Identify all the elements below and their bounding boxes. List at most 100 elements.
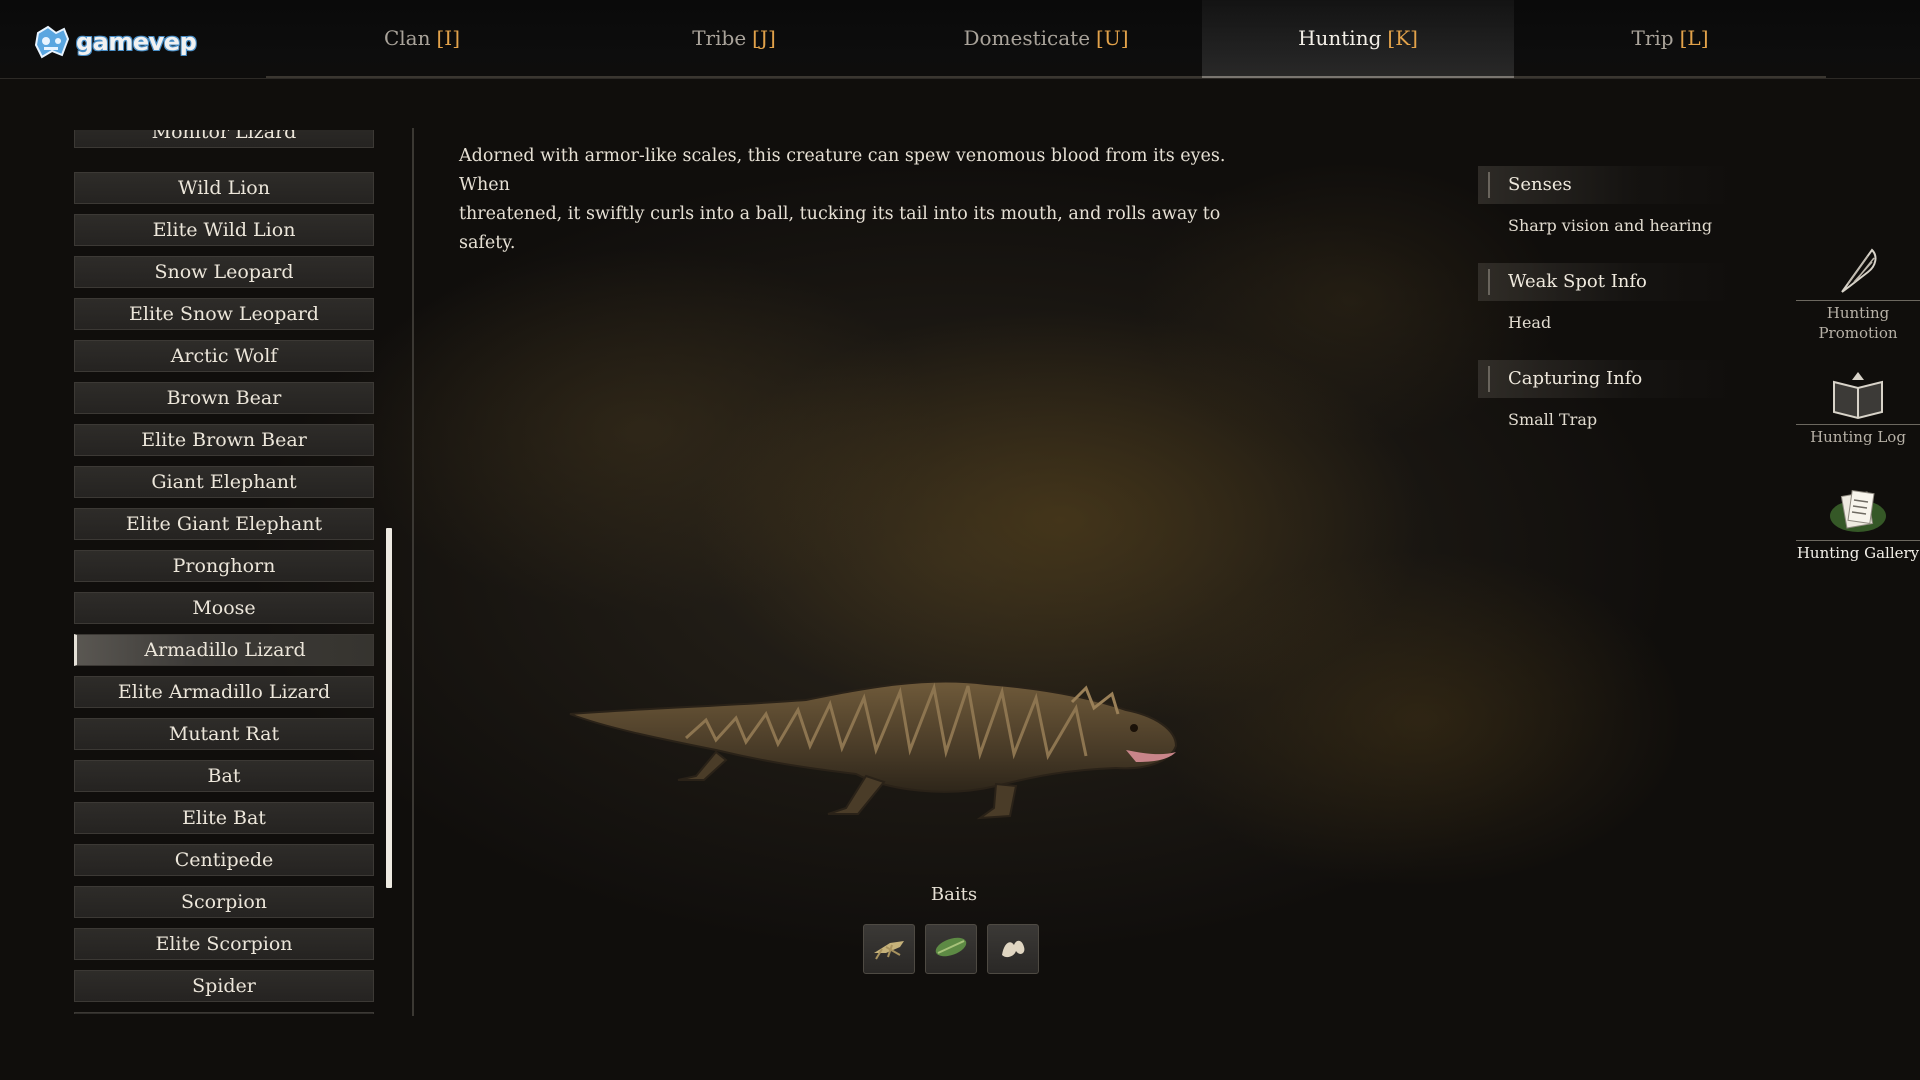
capturing-title: Capturing Info (1478, 360, 1738, 398)
creature-list-item[interactable]: Elite Snow Leopard (74, 298, 374, 330)
tab-label: Trip (1631, 26, 1674, 50)
creature-name: Elite Snow Leopard (129, 303, 319, 325)
creature-list-item[interactable]: Mutant Rat (74, 718, 374, 750)
bait-slot[interactable] (863, 924, 915, 974)
tab-hotkey: [U] (1096, 26, 1129, 50)
creature-list-item[interactable]: Elite Armadillo Lizard (74, 676, 374, 708)
list-scrollbar[interactable] (386, 528, 392, 888)
creature-list-item[interactable]: Elite Giant Elephant (74, 508, 374, 540)
weak-spot-title: Weak Spot Info (1478, 263, 1738, 301)
tab-label: Hunting (1298, 26, 1382, 50)
leaf-beetle-icon (932, 933, 970, 965)
creature-list-item[interactable]: Wild Lion (74, 172, 374, 204)
feather-quill-icon (1828, 242, 1888, 298)
creature-name: Monitor Lizard (151, 130, 297, 143)
tab-label: Domesticate (963, 26, 1091, 50)
creature-list-item-selected[interactable]: Armadillo Lizard (74, 634, 374, 666)
creature-list-item[interactable]: Moose (74, 592, 374, 624)
senses-title: Senses (1478, 166, 1738, 204)
creature-name: Brown Bear (166, 387, 282, 409)
button-label: Hunting Log (1810, 428, 1906, 446)
creature-list-item[interactable]: Arctic Wolf (74, 340, 374, 372)
creature-name: Elite Armadillo Lizard (117, 681, 331, 703)
hunting-log-button[interactable]: Hunting Log (1796, 366, 1920, 447)
tab-label: Clan (383, 26, 431, 50)
tab-tribe[interactable]: Tribe [J] (578, 0, 890, 78)
button-underline (1796, 424, 1920, 425)
creature-name: Pronghorn (172, 555, 276, 577)
creature-name: Armadillo Lizard (144, 639, 306, 661)
creature-list-item[interactable]: Giant Elephant (74, 466, 374, 498)
open-book-icon (1828, 366, 1888, 422)
creature-list-item[interactable]: Centipede (74, 844, 374, 876)
bait-slot[interactable] (925, 924, 977, 974)
hunting-promotion-button[interactable]: Hunting Promotion (1796, 242, 1920, 343)
tab-hotkey: [K] (1387, 26, 1418, 50)
creature-list-item[interactable]: Pronghorn (74, 550, 374, 582)
tab-hotkey: [J] (752, 26, 776, 50)
gamevep-logo: gamevep (34, 22, 197, 62)
baits-title: Baits (930, 884, 978, 905)
creature-name: Elite Bat (182, 807, 266, 829)
panel-divider (412, 128, 414, 1016)
tab-trip[interactable]: Trip [L] (1514, 0, 1826, 78)
senses-section: Senses Sharp vision and hearing (1478, 166, 1738, 235)
creature-name: Scorpion (180, 891, 268, 913)
creature-name: Elite Brown Bear (141, 429, 307, 451)
tab-hotkey: [I] (436, 26, 461, 50)
creature-list-item[interactable]: Elite Brown Bear (74, 424, 374, 456)
creature-name: Moose (192, 597, 256, 619)
grub-icon (994, 933, 1032, 965)
tab-hunting[interactable]: Hunting [K] (1202, 0, 1514, 78)
tab-domesticate[interactable]: Domesticate [U] (890, 0, 1202, 78)
tab-label: Tribe (692, 26, 747, 50)
grasshopper-icon (870, 933, 908, 965)
capturing-section: Capturing Info Small Trap (1478, 360, 1738, 429)
creature-name: Arctic Wolf (170, 345, 278, 367)
scroll-papers-icon (1828, 482, 1888, 538)
weak-spot-section: Weak Spot Info Head (1478, 263, 1738, 332)
label-line: Promotion (1818, 324, 1898, 342)
tab-clan[interactable]: Clan [I] (266, 0, 578, 78)
bait-slot[interactable] (987, 924, 1039, 974)
armadillo-lizard-model (566, 658, 1206, 828)
creature-list-item[interactable]: Elite Bat (74, 802, 374, 834)
creature-list-item[interactable]: Snow Leopard (74, 256, 374, 288)
creature-name: Elite Giant Elephant (125, 513, 323, 535)
weak-spot-value: Head (1508, 313, 1552, 332)
senses-value: Sharp vision and hearing (1508, 216, 1713, 235)
creature-name: Bat (207, 765, 241, 787)
creature-name: Spider (192, 975, 256, 997)
creature-name: Wild Lion (178, 177, 270, 199)
button-underline (1796, 300, 1920, 301)
creature-list-item[interactable]: Elite Wild Lion (74, 214, 374, 246)
creature-list-item-partial[interactable]: Monitor Lizard (74, 130, 374, 148)
creature-list-item[interactable]: Bat (74, 760, 374, 792)
creature-list-item[interactable]: Elite Scorpion (74, 928, 374, 960)
capturing-value: Small Trap (1508, 410, 1598, 429)
creature-info-panel: Senses Sharp vision and hearing Weak Spo… (1478, 166, 1738, 457)
bait-slots (863, 924, 1039, 974)
creature-name: Mutant Rat (168, 723, 280, 745)
creature-list-item[interactable]: Spider (74, 970, 374, 1002)
creature-name: Snow Leopard (154, 261, 294, 283)
label-line: Hunting (1826, 304, 1890, 322)
creature-name: Elite Wild Lion (152, 219, 296, 241)
creature-name: Elite Scorpion (155, 933, 293, 955)
button-underline (1796, 540, 1920, 541)
description-line: threatened, it swiftly curls into a ball… (459, 204, 1221, 253)
tab-hotkey: [L] (1679, 26, 1709, 50)
creature-list-item-partial[interactable] (74, 1012, 374, 1014)
top-nav-bar: gamevep Clan [I] Tribe [J] Domesticate [… (0, 0, 1920, 79)
creature-name: Centipede (174, 849, 274, 871)
creature-list: Monitor Lizard Wild Lion Elite Wild Lion… (74, 130, 376, 1014)
logo-text: gamevep (76, 28, 197, 56)
creature-description: Adorned with armor-like scales, this cre… (459, 142, 1259, 258)
creature-list-item[interactable]: Scorpion (74, 886, 374, 918)
creature-name: Giant Elephant (151, 471, 297, 493)
button-label: Hunting Gallery (1796, 544, 1920, 562)
button-label: Hunting Promotion (1796, 303, 1920, 343)
creature-list-item[interactable]: Brown Bear (74, 382, 374, 414)
controller-icon (34, 25, 70, 59)
hunting-gallery-button[interactable]: Hunting Gallery (1796, 482, 1920, 563)
